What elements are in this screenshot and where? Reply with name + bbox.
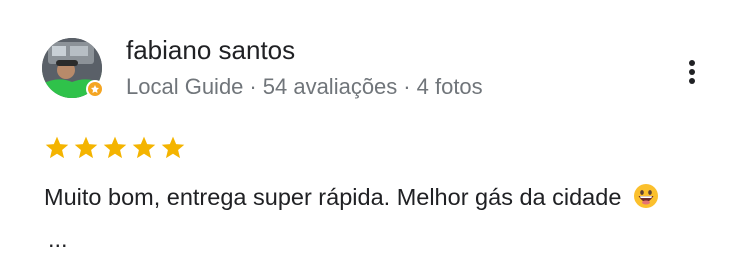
star-icon	[103, 136, 127, 159]
reviewer-name[interactable]: fabiano santos	[126, 34, 295, 66]
star-rating	[44, 135, 186, 161]
star-icon	[74, 136, 98, 159]
more-vert-icon	[689, 60, 695, 84]
photos-count: 4 fotos	[416, 74, 483, 99]
reviewer-meta: Local Guide · 54 avaliações · 4 fotos	[126, 72, 483, 102]
reviews-count: 54 avaliações	[262, 74, 398, 99]
grinning-face-emoji	[634, 184, 659, 208]
star-icon	[132, 136, 156, 159]
meta-separator: ·	[249, 74, 257, 99]
review-text[interactable]: Muito bom, entrega super rápida. Melhor …	[44, 176, 684, 260]
reviewer-avatar[interactable]	[42, 38, 104, 100]
star-icon	[161, 136, 185, 159]
meta-separator: ·	[403, 74, 411, 99]
truncation-ellipsis[interactable]: ...	[48, 226, 68, 252]
star-icon	[45, 136, 69, 159]
local-guide-badge-icon	[86, 80, 104, 98]
more-options-button[interactable]	[676, 54, 708, 90]
review-body: Muito bom, entrega super rápida. Melhor …	[44, 184, 622, 210]
review-card: fabiano santos Local Guide · 54 avaliações…	[0, 0, 750, 280]
local-guide-label: Local Guide	[126, 74, 244, 99]
